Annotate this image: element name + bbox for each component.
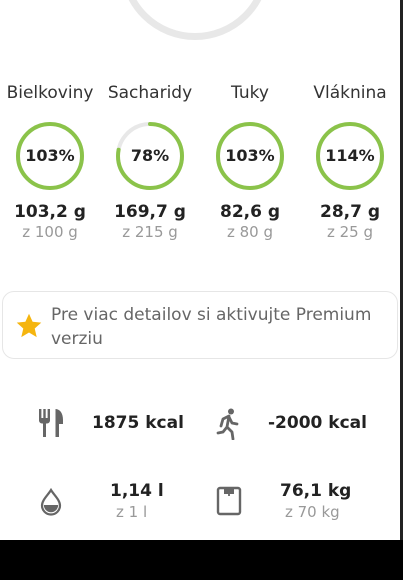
premium-banner-text: Pre viac detailov si aktivujte Premium v… [51,305,372,349]
weight-stat[interactable]: 76,1 kg z 70 kg [200,475,400,530]
nutrition-summary-screen: Bielkoviny 103% 103,2 g z 100 g Sacharid… [0,0,400,540]
macro-value: 28,7 g [319,202,381,222]
activity-kcal-value: -2000 kcal [268,413,367,433]
walking-icon [216,408,239,440]
macro-progress-ring: 103% [214,120,286,192]
macro-percent: 114% [325,146,375,165]
macro-goal: z 80 g [226,223,274,241]
macro-progress-ring: 103% [14,120,86,192]
macro-value: 82,6 g [219,202,281,222]
macro-percent: 103% [25,146,75,165]
food-kcal-value: 1875 kcal [92,413,184,433]
macro-carbs[interactable]: Sacharidy 78% 169,7 g z 215 g [100,80,200,241]
macro-fiber[interactable]: Vláknina 114% 28,7 g z 25 g [300,80,400,241]
fork-knife-icon [39,409,63,437]
scale-icon [216,486,242,516]
macro-goal: z 215 g [122,223,178,241]
water-goal: z 1 l [116,503,148,521]
macro-name: Bielkoviny [6,83,94,103]
macro-progress-ring: 78% [114,120,186,192]
water-drop-icon [40,488,62,516]
calorie-ring [120,0,270,40]
macro-value: 103,2 g [14,202,86,222]
macro-value: 169,7 g [114,202,186,222]
weight-value: 76,1 kg [280,481,352,501]
water-stat[interactable]: 1,14 l z 1 l [0,475,200,530]
macro-protein[interactable]: Bielkoviny 103% 103,2 g z 100 g [0,80,100,241]
macro-name: Sacharidy [107,83,193,103]
macro-goal: z 100 g [22,223,78,241]
macro-percent: 78% [130,146,170,165]
macro-percent: 103% [225,146,275,165]
premium-banner[interactable]: Pre viac detailov si aktivujte Premium v… [2,291,398,359]
macro-name: Tuky [231,83,269,103]
star-icon [16,313,42,338]
water-value: 1,14 l [110,481,164,501]
activity-kcal-stat[interactable]: -2000 kcal [200,400,400,450]
weight-goal: z 70 kg [285,503,340,521]
macro-progress-ring: 114% [314,120,386,192]
food-kcal-stat[interactable]: 1875 kcal [0,400,200,450]
macro-goal: z 25 g [326,223,374,241]
macro-fat[interactable]: Tuky 103% 82,6 g z 80 g [200,80,300,241]
macro-name: Vláknina [313,83,387,103]
